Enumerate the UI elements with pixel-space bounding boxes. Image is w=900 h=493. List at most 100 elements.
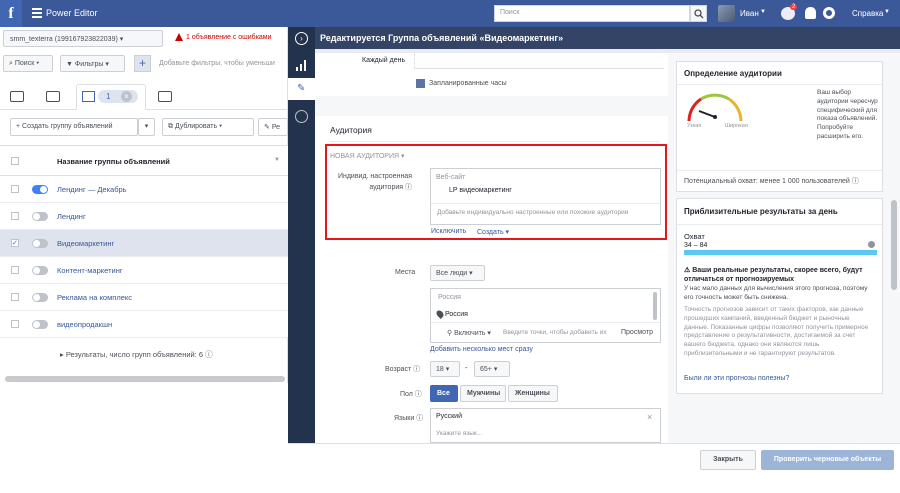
- people-type-select[interactable]: Все люди ▾: [430, 265, 485, 281]
- status-toggle[interactable]: [32, 293, 48, 302]
- info-icon[interactable]: [868, 241, 875, 248]
- ads-tab-icon[interactable]: [158, 91, 172, 102]
- error-link[interactable]: 1 объявление с ошибками: [186, 34, 272, 41]
- reach-label: Охват: [684, 232, 705, 241]
- location-tag[interactable]: Россия: [445, 311, 468, 318]
- adset-name-link[interactable]: Реклама на комплекс: [57, 293, 132, 302]
- bell-icon[interactable]: [805, 7, 816, 19]
- feedback-link[interactable]: Были ли эти прогнозы полезны?: [684, 375, 789, 382]
- adset-name-link[interactable]: видеопродакшн: [57, 320, 112, 329]
- languages-field[interactable]: [430, 408, 661, 443]
- exclude-link[interactable]: Исключить: [431, 228, 466, 235]
- chevron-down-icon[interactable]: ▼: [760, 9, 766, 15]
- status-toggle[interactable]: [32, 239, 48, 248]
- gauge-wide-label: Широкая: [725, 123, 748, 129]
- folder-check-icon[interactable]: [46, 91, 60, 102]
- chart-icon[interactable]: [295, 58, 308, 71]
- gender-male-button[interactable]: Мужчины: [460, 385, 506, 402]
- clock-icon[interactable]: [295, 110, 308, 123]
- close-button[interactable]: Закрыть: [700, 450, 756, 470]
- age-min-select[interactable]: 18 ▾: [430, 361, 460, 377]
- create-adset-button[interactable]: + Создать группу объявлений: [10, 118, 138, 136]
- row-checkbox[interactable]: [11, 212, 19, 220]
- duplicate-button[interactable]: ⧉ Дублировать ▾: [162, 118, 254, 136]
- adset-name-link[interactable]: Видеомаркетинг: [57, 239, 114, 248]
- schedule-grid[interactable]: [414, 53, 664, 69]
- hamburger-menu-icon[interactable]: [32, 8, 42, 18]
- gender-all-button[interactable]: Все: [430, 385, 458, 402]
- campaigns-tab-icon[interactable]: [10, 91, 24, 102]
- filters-label: Фильтры: [74, 61, 104, 68]
- row-checkbox[interactable]: ✓: [11, 239, 19, 247]
- app-title: Power Editor: [46, 8, 98, 18]
- divider: [431, 322, 660, 323]
- row-checkbox[interactable]: [11, 320, 19, 328]
- status-toggle[interactable]: [32, 320, 48, 329]
- vertical-scrollbar[interactable]: [653, 292, 657, 320]
- age-max-select[interactable]: 65+ ▾: [474, 361, 510, 377]
- status-toggle[interactable]: [32, 185, 48, 194]
- age-range-dash: -: [465, 365, 468, 372]
- search-input[interactable]: Поиск: [494, 5, 690, 22]
- warning-title-text: Ваши реальные результаты, скорее всего, …: [684, 267, 863, 284]
- close-icon[interactable]: ×: [647, 412, 652, 422]
- grid-icon: [82, 91, 95, 102]
- add-filter-button[interactable]: +: [134, 55, 151, 72]
- gender-female-button[interactable]: Женщины: [508, 385, 558, 402]
- create-audience-label: Создать: [477, 229, 504, 236]
- row-checkbox[interactable]: [11, 185, 19, 193]
- facebook-logo[interactable]: f: [0, 0, 22, 27]
- create-dropdown-button[interactable]: ▾: [138, 118, 155, 136]
- search-button[interactable]: [690, 5, 707, 22]
- location-input[interactable]: Введите точки, чтобы добавить их: [503, 329, 607, 336]
- row-checkbox[interactable]: [11, 293, 19, 301]
- legend-swatch: [416, 79, 425, 88]
- reach-range: 34 – 84: [684, 242, 708, 249]
- row-checkbox[interactable]: [11, 266, 19, 274]
- user-name[interactable]: Иван: [740, 9, 759, 18]
- collapse-icon[interactable]: ›: [295, 32, 308, 45]
- language-tag[interactable]: Русский: [436, 413, 462, 420]
- search-icon: [694, 9, 704, 19]
- locations-label: Места: [395, 269, 416, 276]
- audience-definition-title: Определение аудитории: [684, 69, 782, 78]
- horizontal-scrollbar[interactable]: [5, 376, 285, 382]
- right-scrollbar[interactable]: [891, 200, 897, 290]
- column-header-name[interactable]: Название группы объявлений: [57, 157, 170, 166]
- add-multiple-locations-link[interactable]: Добавить несколько мест сразу: [430, 346, 533, 353]
- browse-button[interactable]: Просмотр: [621, 329, 653, 336]
- avatar[interactable]: [718, 5, 735, 22]
- people-type-value: Все люди: [436, 270, 468, 277]
- results-summary[interactable]: ▸ Результаты, число групп объявлений: 6 …: [60, 349, 213, 360]
- create-audience-link[interactable]: Создать ▾: [477, 228, 509, 236]
- gauge-narrow-label: Узкая: [687, 123, 702, 129]
- audience-tag[interactable]: LP видеомаркетинг: [449, 187, 512, 194]
- select-all-checkbox[interactable]: [11, 157, 19, 165]
- help-link[interactable]: Справка: [852, 9, 883, 18]
- custom-audience-label-text: Индивид. настроенная аудитория: [337, 173, 412, 191]
- account-select[interactable]: smm_texterra (199167923822039) ▾: [3, 30, 163, 47]
- sort-icon[interactable]: ▼: [274, 157, 280, 163]
- search-filter-button[interactable]: ⌕ Поиск ▾: [3, 55, 53, 72]
- section-divider: [315, 96, 668, 116]
- status-toggle[interactable]: [32, 212, 48, 221]
- review-drafts-button[interactable]: Проверить черновые объекты: [761, 450, 894, 470]
- new-audience-dropdown[interactable]: НОВАЯ АУДИТОРИЯ ▾: [330, 152, 405, 160]
- gear-icon[interactable]: [823, 7, 835, 19]
- pencil-icon: ✎: [297, 83, 306, 94]
- age-max-value: 65+: [480, 366, 492, 373]
- custom-audience-input[interactable]: Добавьте индивидуально настроенные или п…: [437, 209, 628, 216]
- filter-hint[interactable]: Добавьте фильтры, чтобы уменьши: [159, 60, 275, 67]
- adset-name-link[interactable]: Лендинг: [57, 212, 86, 221]
- status-toggle[interactable]: [32, 266, 48, 275]
- form-scrollbar[interactable]: [668, 53, 674, 443]
- adset-name-link[interactable]: Лендинг — Декабрь: [57, 185, 127, 194]
- language-input[interactable]: Укажите язык...: [436, 430, 482, 437]
- left-empty-area: [0, 383, 288, 493]
- edit-button[interactable]: ✎ Ре: [258, 118, 288, 136]
- filters-button[interactable]: ▼ Фильтры ▾: [60, 55, 125, 72]
- close-icon[interactable]: ×: [121, 91, 132, 102]
- adset-name-link[interactable]: Контент-маркетинг: [57, 266, 123, 275]
- include-select[interactable]: ⚲ Включить ▾: [447, 329, 491, 337]
- chevron-down-icon[interactable]: ▼: [884, 9, 890, 15]
